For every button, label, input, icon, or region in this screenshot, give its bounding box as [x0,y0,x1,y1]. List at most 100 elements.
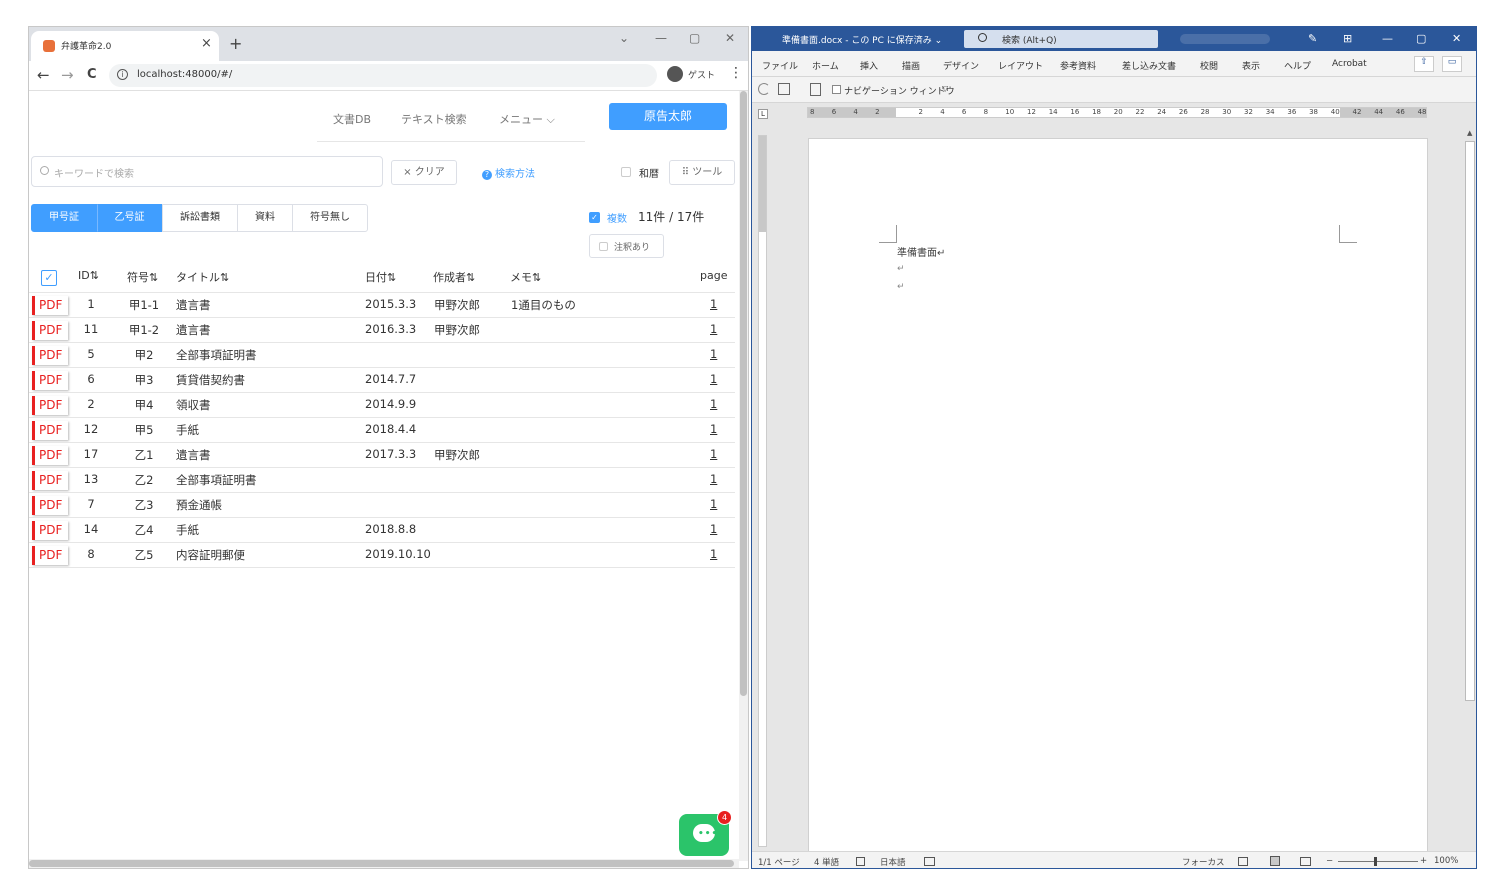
maximize-icon[interactable]: ▢ [1416,32,1426,45]
word-search-box[interactable]: 検索 (Alt+Q) [964,30,1158,48]
pdf-button[interactable]: PDF [32,421,68,440]
page-horizontal-scrollbar[interactable] [29,859,739,868]
table-row[interactable]: PDF 1 甲1-1 遺言書 2015.3.3 甲野次郎 1通目のもの 1 [29,292,735,317]
cell-page[interactable]: 1 [710,497,717,511]
minimize-icon[interactable]: — [655,31,667,45]
table-row[interactable]: PDF 17 乙1 遺言書 2017.3.3 甲野次郎 1 [29,442,735,467]
page-vertical-scrollbar[interactable] [739,91,748,861]
tab-search-icon[interactable]: ⌄ [619,31,629,45]
table-icon[interactable] [778,83,790,95]
tab-references[interactable]: 参考資料 [1060,59,1096,72]
page-count[interactable]: 1/1 ページ [758,856,800,868]
header-memo[interactable]: メモ⇅ [510,269,541,285]
table-row[interactable]: PDF 7 乙3 預金通帳 1 [29,492,735,517]
account-name[interactable] [1180,34,1270,44]
pdf-button[interactable]: PDF [32,471,68,490]
tab-close-icon[interactable]: × [201,36,212,51]
select-all-checkbox[interactable]: ✓ [41,270,57,286]
maximize-icon[interactable]: ▢ [689,31,700,45]
user-button[interactable]: 原告太郎 [609,103,727,130]
reload-icon[interactable]: C [87,67,97,82]
proofing-icon[interactable] [856,857,865,866]
pdf-button[interactable]: PDF [32,546,68,565]
table-row[interactable]: PDF 11 甲1-2 遺言書 2016.3.3 甲野次郎 1 [29,317,735,342]
multi-checkbox[interactable]: ✓ [589,212,600,223]
clear-button[interactable]: × クリア [391,160,457,185]
language-label[interactable]: 日本語 [880,856,906,868]
category-no-code-button[interactable]: 符号無し [292,204,368,232]
pdf-button[interactable]: PDF [32,396,68,415]
site-info-icon[interactable]: i [117,69,128,80]
tab-file[interactable]: ファイル [762,59,798,72]
cell-page[interactable]: 1 [710,522,717,536]
pdf-button[interactable]: PDF [32,346,68,365]
tool-button[interactable]: ⠿ ツール [669,160,735,185]
cell-page[interactable]: 1 [710,372,717,386]
pen-icon[interactable]: ✎ [1308,32,1317,45]
header-date[interactable]: 日付⇅ [365,269,396,285]
tab-draw[interactable]: 描画 [902,59,920,72]
focus-button[interactable]: フォーカス [1182,856,1225,868]
tab-mailings[interactable]: 差し込み文書 [1122,59,1176,72]
zoom-slider-handle[interactable] [1374,857,1377,866]
scroll-up-icon[interactable]: ▲ [1467,129,1472,137]
browser-menu-icon[interactable]: ⋮ [729,65,743,81]
category-lawsuit-docs-button[interactable]: 訴訟書類 [162,204,238,232]
pdf-button[interactable]: PDF [32,521,68,540]
new-tab-icon[interactable]: + [229,34,242,53]
zoom-slider[interactable] [1338,861,1418,862]
close-window-icon[interactable]: ✕ [1452,32,1461,45]
tab-design[interactable]: デザイン [943,59,979,72]
tab-insert[interactable]: 挿入 [860,59,878,72]
web-layout-icon[interactable] [1300,857,1311,866]
zoom-level[interactable]: 100% [1434,856,1458,866]
share-icon[interactable]: ⇧ [1414,56,1434,72]
undo-icon[interactable] [758,83,770,95]
cell-page[interactable]: 1 [710,547,717,561]
comment-icon[interactable]: ▭ [1442,56,1462,72]
print-layout-icon[interactable] [1270,856,1280,866]
table-row[interactable]: PDF 13 乙2 全部事項証明書 1 [29,467,735,492]
ribbon-display-icon[interactable]: ⊞ [1343,32,1352,45]
vertical-ruler[interactable] [758,135,767,847]
tab-home[interactable]: ホーム [812,59,839,72]
pdf-button[interactable]: PDF [32,296,68,315]
zoom-out-icon[interactable]: − [1326,856,1333,866]
table-row[interactable]: PDF 12 甲5 手紙 2018.4.4 1 [29,417,735,442]
nav-document-db[interactable]: 文書DB [333,111,371,127]
scrollbar-thumb[interactable] [740,91,747,696]
category-otsu-button[interactable]: 乙号証 [97,204,162,232]
document-page[interactable]: 準備書面↵ ↵ ↵ [808,138,1428,858]
cell-page[interactable]: 1 [710,322,717,336]
search-help-link[interactable]: ? 検索方法 [482,165,535,180]
search-input[interactable]: キーワードで検索 [31,156,383,187]
word-count[interactable]: 4 単語 [814,856,839,868]
minimize-icon[interactable]: — [1382,32,1393,45]
table-row[interactable]: PDF 6 甲3 賃貸借契約書 2014.7.7 1 [29,367,735,392]
read-mode-icon[interactable] [1238,857,1248,866]
scrollbar-thumb[interactable] [29,860,734,867]
tab-review[interactable]: 校閲 [1200,59,1218,72]
accessibility-icon[interactable] [924,857,935,866]
header-author[interactable]: 作成者⇅ [433,269,475,285]
tab-acrobat[interactable]: Acrobat [1332,59,1367,69]
header-code[interactable]: 符号⇅ [127,269,158,285]
navigation-pane-checkbox[interactable] [832,85,841,94]
cell-page[interactable]: 1 [710,422,717,436]
cell-page[interactable]: 1 [710,472,717,486]
document-vertical-scrollbar[interactable]: ▲ [1464,127,1476,849]
pdf-button[interactable]: PDF [32,371,68,390]
category-kou-button[interactable]: 甲号証 [31,204,97,232]
pdf-button[interactable]: PDF [32,496,68,515]
close-window-icon[interactable]: ✕ [725,31,735,45]
clipboard-icon[interactable] [810,83,821,96]
cell-page[interactable]: 1 [710,447,717,461]
forward-icon[interactable]: → [61,66,74,84]
wareki-checkbox[interactable] [621,167,631,177]
tab-view[interactable]: 表示 [1242,59,1260,72]
header-title[interactable]: タイトル⇅ [176,269,229,285]
annotated-filter-button[interactable]: 注釈あり [589,234,664,258]
nav-menu[interactable]: メニュー ⌵ [499,111,555,127]
pdf-button[interactable]: PDF [32,446,68,465]
customize-toolbar-icon[interactable]: ▽ [942,84,948,93]
